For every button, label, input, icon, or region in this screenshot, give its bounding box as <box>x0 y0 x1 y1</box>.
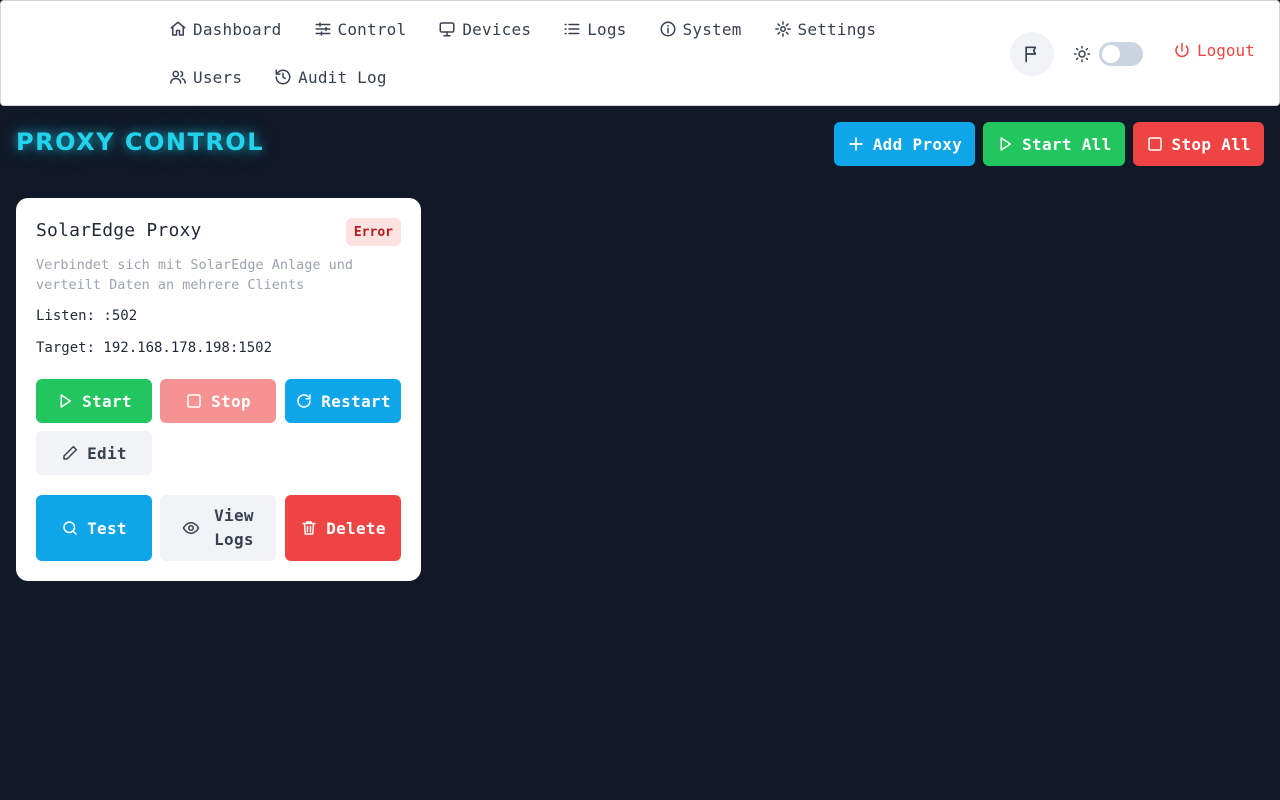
edit-button[interactable]: Edit <box>36 431 152 475</box>
info-icon <box>659 20 677 38</box>
stop-button[interactable]: Stop <box>160 379 276 423</box>
power-icon <box>1173 42 1191 60</box>
home-icon <box>169 20 187 38</box>
nav-item-label: Users <box>193 67 243 87</box>
monitor-icon <box>438 20 456 38</box>
start-label: Start <box>82 391 132 411</box>
stop-icon <box>185 392 203 410</box>
stop-all-button[interactable]: Stop All <box>1132 122 1264 166</box>
logout-button[interactable]: Logout <box>1173 41 1255 60</box>
gear-icon <box>774 20 792 38</box>
eye-icon <box>182 519 200 537</box>
status-badge: Error <box>345 218 401 246</box>
test-button[interactable]: Test <box>36 495 152 561</box>
logout-label: Logout <box>1197 41 1255 60</box>
view-logs-label: View Logs <box>214 504 254 552</box>
delete-label: Delete <box>326 518 386 538</box>
toggle-knob <box>1102 45 1120 63</box>
plus-icon <box>847 135 865 153</box>
edit-label: Edit <box>87 443 127 463</box>
restart-button[interactable]: Restart <box>285 379 401 423</box>
stop-all-label: Stop All <box>1171 134 1251 154</box>
nav-item-label: Logs <box>587 19 627 39</box>
stop-icon <box>1146 135 1164 153</box>
language-flag-button[interactable] <box>1010 32 1054 76</box>
main-nav: Dashboard Control Devices Logs System Se… <box>161 5 1001 101</box>
view-logs-label-line1: View <box>214 506 254 525</box>
add-proxy-label: Add Proxy <box>872 134 963 154</box>
nav-item-system[interactable]: System <box>651 5 750 53</box>
nav-item-label: Devices <box>462 19 532 39</box>
proxy-target: Target: 192.168.178.198:1502 <box>36 340 273 356</box>
search-icon <box>61 519 79 537</box>
proxy-listen: Listen: :502 <box>36 308 138 324</box>
history-icon <box>274 68 292 86</box>
sun-icon <box>1073 45 1091 63</box>
trash-icon <box>300 519 318 537</box>
nav-item-label: Audit Log <box>298 67 387 87</box>
view-logs-label-line2: Logs <box>214 530 254 549</box>
nav-item-control[interactable]: Control <box>306 5 415 53</box>
nav-item-label: Dashboard <box>193 19 282 39</box>
nav-item-label: Control <box>337 19 407 39</box>
start-all-button[interactable]: Start All <box>983 122 1125 166</box>
start-button[interactable]: Start <box>36 379 152 423</box>
delete-button[interactable]: Delete <box>285 495 401 561</box>
nav-item-label: Settings <box>797 19 877 39</box>
nav-item-devices[interactable]: Devices <box>430 5 539 53</box>
sliders-icon <box>314 20 332 38</box>
play-icon <box>996 135 1014 153</box>
pencil-icon <box>61 444 79 462</box>
flag-icon <box>1022 44 1042 64</box>
restart-label: Restart <box>321 391 391 411</box>
proxy-name: SolarEdge Proxy <box>36 220 202 241</box>
test-label: Test <box>87 518 127 538</box>
nav-item-logs[interactable]: Logs <box>555 5 634 53</box>
nav-item-label: System <box>682 19 742 39</box>
nav-item-audit-log[interactable]: Audit Log <box>266 53 395 101</box>
stop-label: Stop <box>211 391 251 411</box>
theme-toggle[interactable] <box>1099 42 1143 66</box>
page-title: PROXY CONTROL <box>16 128 265 156</box>
proxy-toolbar: Add Proxy Start All Stop All <box>833 122 1264 166</box>
nav-item-users[interactable]: Users <box>161 53 250 101</box>
start-all-label: Start All <box>1022 134 1112 154</box>
top-navbar: Dashboard Control Devices Logs System Se… <box>0 0 1280 106</box>
nav-item-dashboard[interactable]: Dashboard <box>161 5 290 53</box>
users-icon <box>169 68 187 86</box>
proxy-card: SolarEdge Proxy Error Verbindet sich mit… <box>16 198 421 581</box>
theme-switcher <box>1073 42 1143 66</box>
play-icon <box>56 392 74 410</box>
add-proxy-button[interactable]: Add Proxy <box>833 122 976 166</box>
list-icon <box>563 20 581 38</box>
view-logs-button[interactable]: View Logs <box>160 495 276 561</box>
nav-item-settings[interactable]: Settings <box>766 5 885 53</box>
proxy-description: Verbindet sich mit SolarEdge Anlage und … <box>36 257 353 293</box>
refresh-icon <box>295 392 313 410</box>
